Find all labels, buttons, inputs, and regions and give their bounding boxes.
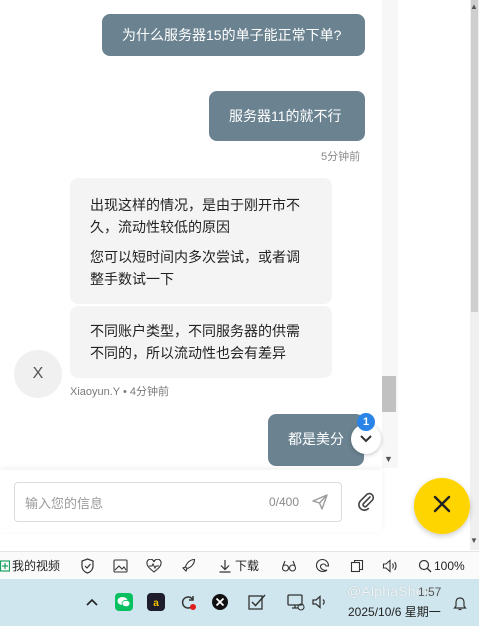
message-text: 服务器11的就不行 <box>229 108 342 124</box>
add-video-icon <box>0 559 10 572</box>
browser-status-bar: 我的视频 下载 100% <box>0 551 479 579</box>
chat-panel: 为什么服务器15的单子能正常下单? 服务器11的就不行 5分钟前 出现这样的情况… <box>0 0 382 468</box>
wechat-icon[interactable] <box>115 593 133 611</box>
attach-icon[interactable] <box>356 491 376 516</box>
download-label: 下载 <box>235 559 260 573</box>
close-icon <box>432 494 452 519</box>
checkbox-icon[interactable] <box>248 593 266 611</box>
zoom-level: 100% <box>434 558 465 573</box>
clock-time[interactable]: 1:57 <box>418 585 441 599</box>
message-input[interactable] <box>25 492 245 514</box>
send-icon[interactable] <box>311 493 329 516</box>
message-paragraph: 出现这样的情况，是由于刚开市不久，流动性较低的原因 <box>90 197 300 235</box>
download-button[interactable]: 下载 <box>218 552 259 580</box>
notification-icon[interactable] <box>451 595 469 613</box>
chevron-up-icon[interactable] <box>83 593 101 611</box>
speaker-icon[interactable] <box>382 559 397 573</box>
incoming-message: 不同账户类型，不同服务器的供需不同的，所以流动性也会有差异 <box>70 306 332 378</box>
chevron-down-icon <box>360 430 372 448</box>
image-icon[interactable] <box>113 559 128 573</box>
my-videos-label: 我的视频 <box>12 559 61 573</box>
message-timestamp: 5分钟前 <box>321 151 361 163</box>
shield-icon[interactable] <box>80 558 95 574</box>
glasses-icon[interactable] <box>281 559 297 573</box>
zoom-icon <box>418 559 432 573</box>
agent-meta: Xiaoyun.Y • 4分钟前 <box>70 386 170 398</box>
unread-badge: 1 <box>357 413 375 431</box>
edge-icon[interactable] <box>315 558 330 573</box>
outgoing-message: 服务器11的就不行 <box>209 91 365 141</box>
volume-icon[interactable] <box>311 593 329 611</box>
scroll-up-arrow-icon[interactable]: ▲ <box>470 2 478 11</box>
message-text: 为什么服务器15的单子能正常下单? <box>122 27 342 43</box>
clock-date[interactable]: 2025/10/6 星期一 <box>348 603 441 620</box>
chat-scrollbar-thumb[interactable] <box>382 376 396 412</box>
copy-icon[interactable] <box>350 559 364 573</box>
app-window: 为什么服务器15的单子能正常下单? 服务器11的就不行 5分钟前 出现这样的情况… <box>0 0 479 626</box>
close-chat-button[interactable] <box>414 478 470 534</box>
page-scrollbar-thumb[interactable] <box>471 0 478 312</box>
network-icon[interactable] <box>287 593 305 611</box>
scroll-down-arrow-icon[interactable]: ▼ <box>470 536 478 545</box>
message-paragraph: 您可以短时间内多次尝试，或者调整手数试一下 <box>90 249 300 287</box>
download-icon <box>218 559 232 573</box>
wps-icon[interactable]: a <box>147 593 165 611</box>
char-counter: 0/400 <box>269 495 300 509</box>
agent-avatar: X <box>14 350 62 398</box>
message-input-box[interactable]: 0/400 <box>14 482 342 522</box>
sync-icon[interactable] <box>179 593 197 611</box>
windows-taskbar: a @AlphaShen 1:57 2025/10/6 星期一 <box>0 579 479 626</box>
heart-rate-icon[interactable] <box>146 559 162 573</box>
composer: 0/400 <box>0 470 382 532</box>
my-videos-button[interactable]: 我的视频 <box>0 552 60 580</box>
svg-text:a: a <box>153 598 159 609</box>
zoom-control[interactable]: 100% <box>418 552 465 580</box>
outgoing-message: 为什么服务器15的单子能正常下单? <box>102 14 365 56</box>
incoming-message: 出现这样的情况，是由于刚开市不久，流动性较低的原因 您可以短时间内多次尝试，或者… <box>70 178 332 304</box>
message-paragraph: 不同账户类型，不同服务器的供需不同的，所以流动性也会有差异 <box>90 323 300 361</box>
outgoing-message: 都是美分 <box>268 414 364 466</box>
rocket-icon[interactable] <box>181 558 196 573</box>
xbox-icon[interactable] <box>211 593 229 611</box>
scroll-down-arrow-icon[interactable]: ▼ <box>384 454 393 464</box>
message-text: 都是美分 <box>288 431 344 447</box>
